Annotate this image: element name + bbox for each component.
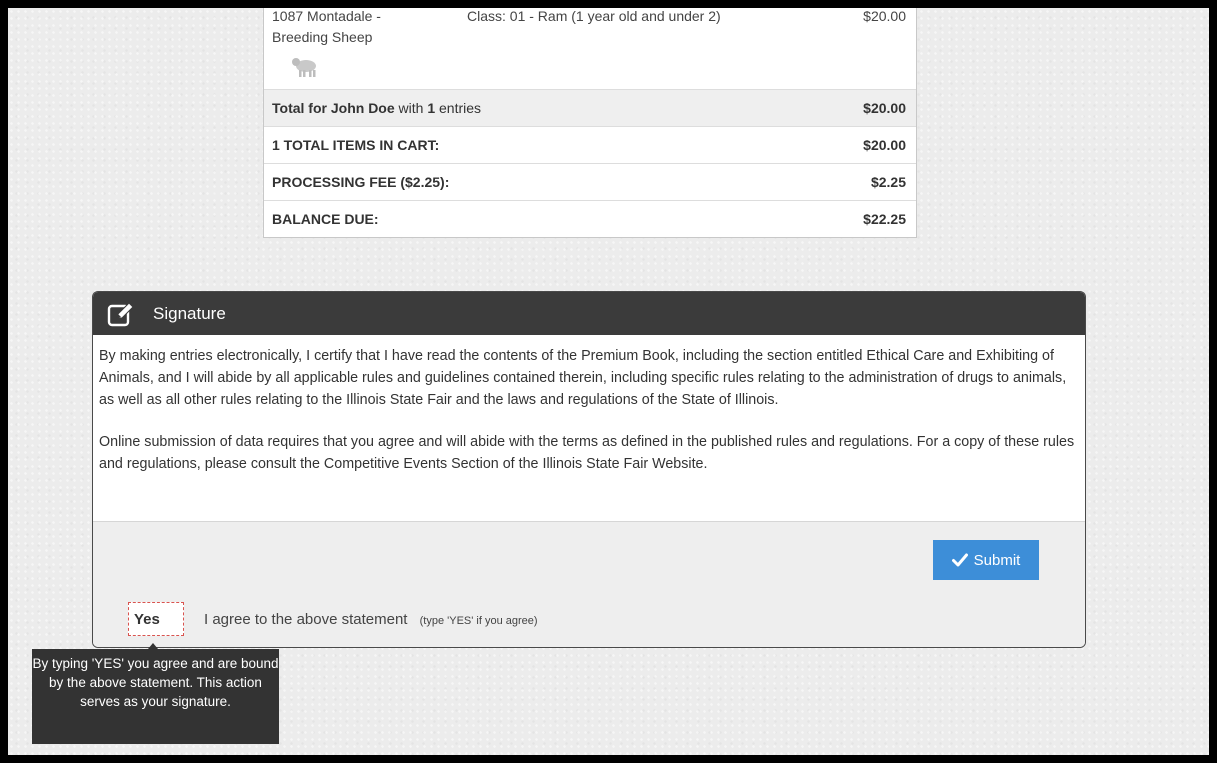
check-icon	[951, 553, 968, 567]
items-in-cart-amount: $20.00	[863, 137, 906, 153]
submit-button[interactable]: Submit	[933, 540, 1039, 580]
total-for-suffix: entries	[439, 100, 482, 116]
total-for-middle: with	[398, 100, 424, 116]
agree-input[interactable]	[128, 602, 184, 636]
items-in-cart-row: 1 TOTAL ITEMS IN CART: $20.00	[264, 127, 916, 164]
signature-footer: Submit I agree to the above statement (t…	[93, 521, 1085, 647]
balance-due-label: BALANCE DUE:	[272, 211, 379, 227]
total-for-row: Total for John Doe with 1 entries $20.00	[264, 90, 916, 127]
signature-panel: Signature By making entries electronical…	[92, 291, 1086, 648]
cart-summary-table: 1087 Montadale - Breeding Sheep Class: 0…	[263, 8, 917, 238]
agree-label-text: I agree to the above statement	[204, 611, 408, 628]
agree-hint: (type 'YES' if you agree)	[419, 615, 538, 627]
sheep-icon	[292, 58, 316, 77]
page-viewport: 1087 Montadale - Breeding Sheep Class: 0…	[8, 8, 1209, 755]
entry-class: Class: 01 - Ram (1 year old and under 2)	[467, 8, 721, 24]
total-for-person: John Doe	[330, 100, 395, 116]
entry-name: 1087 Montadale - Breeding Sheep	[272, 8, 381, 45]
statement-paragraph-1: By making entries electronically, I cert…	[99, 348, 1067, 408]
processing-fee-row: PROCESSING FEE ($2.25): $2.25	[264, 164, 916, 201]
balance-due-amount: $22.25	[863, 211, 906, 227]
entry-price: $20.00	[863, 8, 906, 24]
edit-icon	[107, 302, 134, 327]
signature-title: Signature	[153, 304, 226, 323]
submit-label: Submit	[973, 551, 1021, 569]
signature-statement: By making entries electronically, I cert…	[93, 335, 1085, 475]
processing-fee-amount: $2.25	[870, 174, 906, 190]
total-for-amount: $20.00	[863, 100, 906, 116]
signature-header: Signature	[93, 292, 1085, 335]
agree-label: I agree to the above statement (type 'YE…	[204, 611, 538, 628]
total-for-prefix: Total for	[272, 100, 327, 116]
total-for-count: 1	[427, 100, 436, 116]
balance-due-row: BALANCE DUE: $22.25	[264, 201, 916, 237]
statement-paragraph-2: Online submission of data requires that …	[99, 434, 1075, 472]
total-for-label: Total for John Doe with 1 entries	[272, 90, 481, 126]
processing-fee-label: PROCESSING FEE ($2.25):	[272, 174, 450, 190]
cart-entry-row: 1087 Montadale - Breeding Sheep Class: 0…	[264, 8, 916, 90]
items-in-cart-label: 1 TOTAL ITEMS IN CART:	[272, 137, 440, 153]
signature-tooltip: By typing 'YES' you agree and are bound …	[32, 649, 279, 744]
